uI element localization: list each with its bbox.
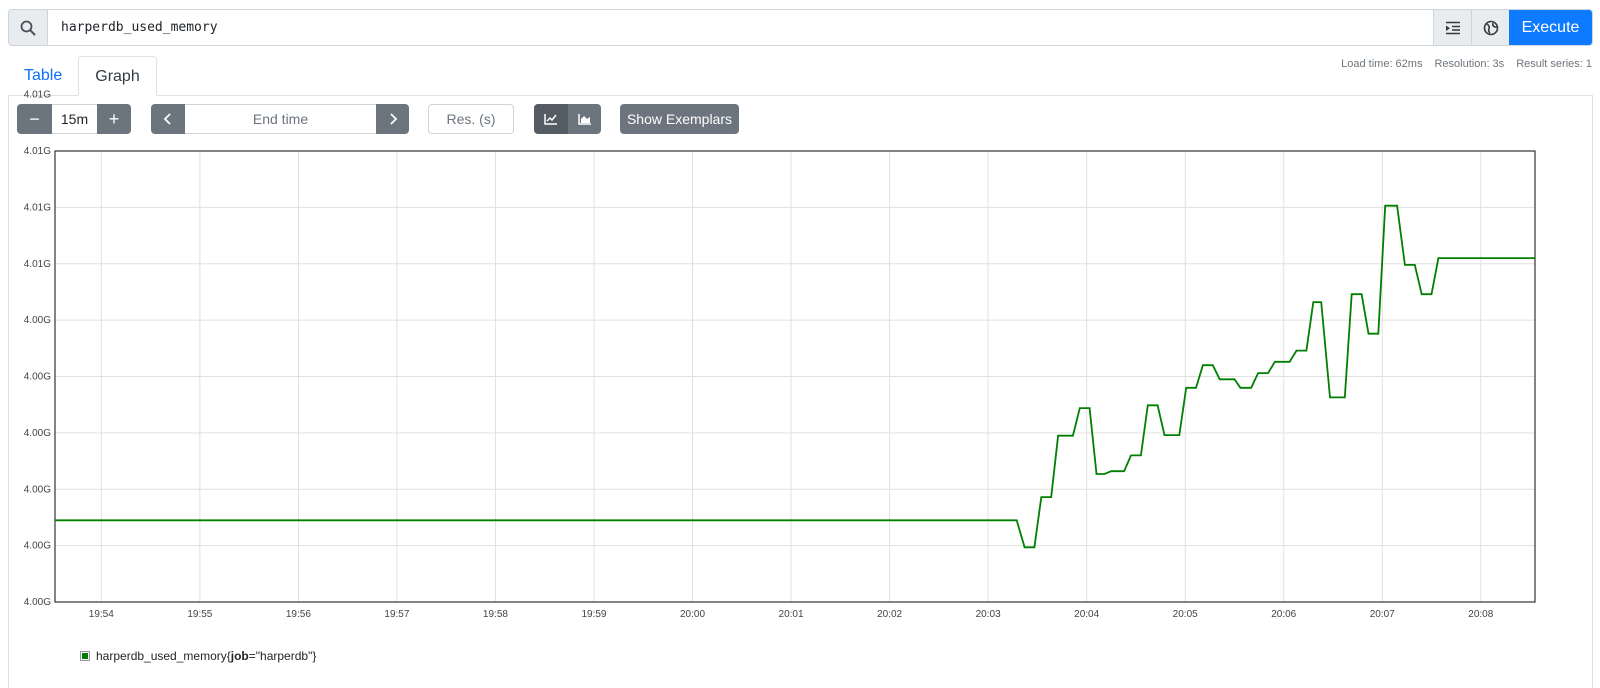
legend-equals: = bbox=[248, 649, 256, 663]
x-tick-label: 20:08 bbox=[1468, 609, 1493, 620]
y-tick-label: 4.00G bbox=[24, 541, 51, 552]
x-tick-label: 19:54 bbox=[89, 609, 114, 620]
y-tick-label: 4.01G bbox=[24, 259, 51, 270]
y-tick-label: 4.01G bbox=[24, 146, 51, 157]
y-tick-label: 4.00G bbox=[24, 372, 51, 383]
legend: harperdb_used_memory { job = "harperdb" … bbox=[80, 649, 316, 663]
x-tick-label: 19:56 bbox=[286, 609, 311, 620]
legend-brace-close: } bbox=[312, 649, 317, 663]
y-tick-label: 4.00G bbox=[24, 597, 51, 608]
x-tick-label: 20:05 bbox=[1173, 609, 1198, 620]
legend-swatch[interactable] bbox=[80, 651, 90, 661]
x-tick-label: 20:03 bbox=[976, 609, 1001, 620]
tab-graph[interactable]: Graph bbox=[78, 56, 157, 96]
x-tick-label: 20:01 bbox=[779, 609, 804, 620]
x-tick-label: 19:59 bbox=[581, 609, 606, 620]
x-tick-label: 19:55 bbox=[187, 609, 212, 620]
legend-label-key: job bbox=[230, 649, 249, 663]
x-tick-label: 20:02 bbox=[877, 609, 902, 620]
legend-label-value: "harperdb" bbox=[255, 649, 313, 663]
graph-chart: 4.00G 4.00G 4.00G 4.00G 4.00G 4.00G 4.01G 4.01G… bbox=[24, 90, 1536, 620]
x-tick-label: 20:06 bbox=[1271, 609, 1296, 620]
y-tick-label: 4.00G bbox=[24, 315, 51, 326]
x-tick-label: 19:57 bbox=[384, 609, 409, 620]
y-tick-label: 4.01G bbox=[24, 90, 51, 101]
x-tick-label: 20:07 bbox=[1370, 609, 1395, 620]
y-tick-label: 4.00G bbox=[24, 484, 51, 495]
y-tick-label: 4.01G bbox=[24, 202, 51, 213]
x-tick-label: 20:04 bbox=[1074, 609, 1099, 620]
x-tick-label: 20:00 bbox=[680, 609, 705, 620]
x-tick-label: 19:58 bbox=[483, 609, 508, 620]
y-tick-label: 4.00G bbox=[24, 428, 51, 439]
legend-metric[interactable]: harperdb_used_memory bbox=[96, 649, 227, 663]
